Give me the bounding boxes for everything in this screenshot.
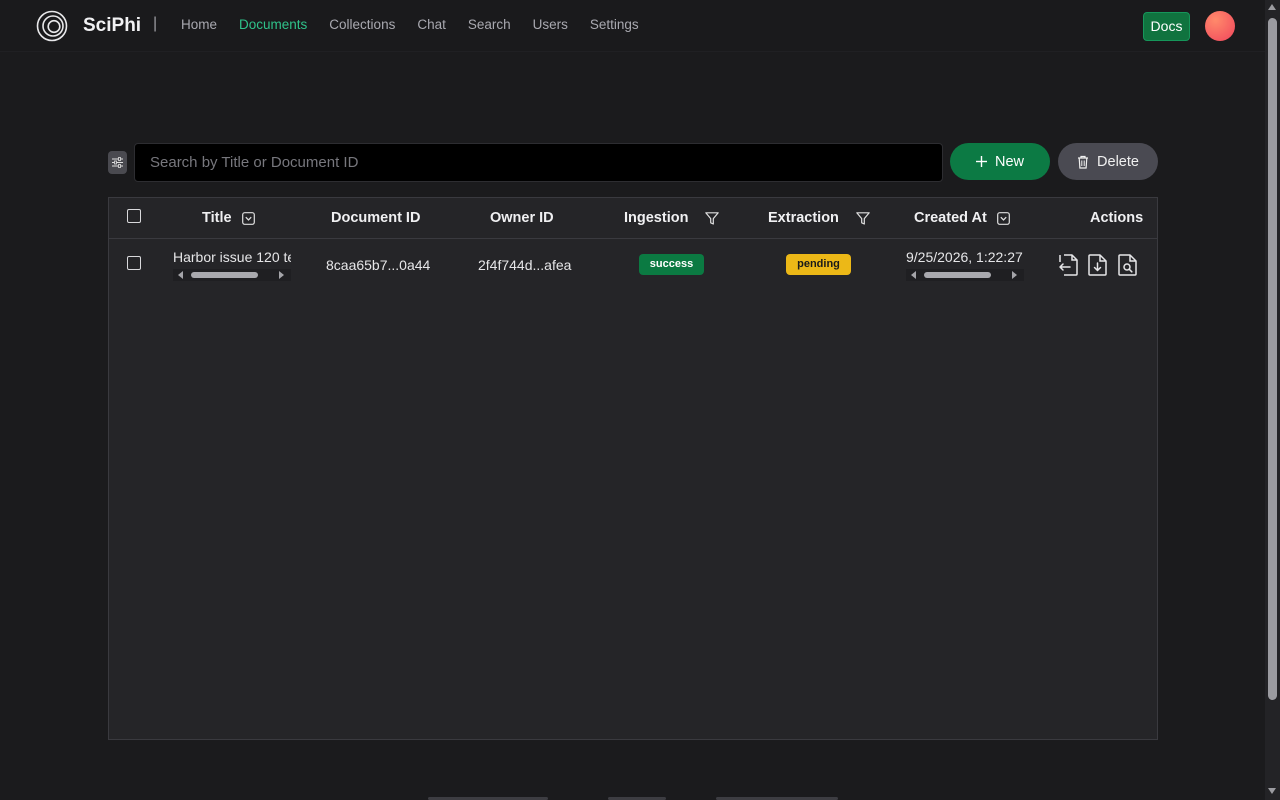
column-title: Title [202, 210, 255, 226]
scroll-up-arrow-icon[interactable] [1268, 4, 1276, 10]
owner-id: 2f4f744d...afea [478, 257, 572, 273]
delete-button-label: Delete [1097, 153, 1139, 170]
document-title[interactable]: Harbor issue 120 te [173, 249, 291, 265]
select-all-checkbox[interactable] [127, 209, 141, 223]
scroll-right-arrow-icon[interactable] [1012, 271, 1017, 279]
scroll-left-arrow-icon[interactable] [178, 271, 183, 279]
column-ingestion-label: Ingestion [624, 210, 689, 226]
column-title-label: Title [202, 210, 232, 226]
brand-name[interactable]: SciPhi [83, 15, 141, 37]
nav-users[interactable]: Users [533, 17, 568, 32]
sciphi-logo-icon[interactable] [36, 10, 68, 42]
nav-home[interactable]: Home [181, 17, 217, 32]
top-navbar: SciPhi | Home Documents Collections Chat… [0, 0, 1265, 52]
row-checkbox[interactable] [127, 256, 141, 270]
column-owner-id: Owner ID [490, 210, 554, 226]
nav-collections[interactable]: Collections [329, 17, 395, 32]
funnel-icon[interactable] [856, 211, 870, 225]
documents-table: Title Document ID Owner ID Ingestion Ext… [108, 197, 1158, 740]
new-document-button[interactable]: New [950, 143, 1050, 180]
created-at-value: 9/25/2026, 1:22:27 [906, 249, 1023, 265]
title-cell-scrollbar[interactable] [173, 269, 291, 281]
new-button-label: New [994, 153, 1024, 170]
trash-icon [1078, 155, 1089, 169]
brand-separator: | [153, 15, 158, 32]
column-created-at-label: Created At [914, 210, 987, 226]
nav-documents[interactable]: Documents [239, 17, 307, 32]
filter-settings-button[interactable] [108, 151, 127, 174]
column-extraction-label: Extraction [768, 210, 839, 226]
file-download-icon[interactable] [1088, 254, 1108, 276]
table-header: Title Document ID Owner ID Ingestion Ext… [109, 198, 1157, 239]
nav-chat[interactable]: Chat [417, 17, 446, 32]
column-ingestion: Ingestion [624, 210, 720, 226]
column-extraction: Extraction [768, 210, 870, 226]
search-input[interactable] [134, 143, 943, 182]
file-search-icon[interactable] [1118, 254, 1138, 276]
scroll-right-arrow-icon[interactable] [279, 271, 284, 279]
nav-settings[interactable]: Settings [590, 17, 639, 32]
nav-search[interactable]: Search [468, 17, 511, 32]
scroll-down-arrow-icon[interactable] [1268, 788, 1276, 794]
page-scrollbar[interactable] [1265, 0, 1280, 800]
docs-button[interactable]: Docs [1143, 12, 1190, 41]
title-scroll-thumb[interactable] [191, 272, 258, 278]
scroll-left-arrow-icon[interactable] [911, 271, 916, 279]
scrollbar-thumb[interactable] [1268, 18, 1277, 700]
sort-chevron-icon[interactable] [996, 211, 1010, 225]
column-actions: Actions [1090, 210, 1144, 226]
column-created-at: Created At [914, 210, 1010, 226]
funnel-icon[interactable] [705, 211, 720, 225]
column-document-id: Document ID [331, 210, 421, 226]
file-update-icon[interactable] [1058, 254, 1078, 276]
plus-icon [975, 156, 987, 167]
title-cell[interactable]: Harbor issue 120 te [173, 249, 291, 267]
created-at-cell-scrollbar[interactable] [906, 269, 1024, 281]
extraction-status-badge: pending [786, 254, 851, 275]
main-nav: Home Documents Collections Chat Search U… [181, 17, 661, 32]
document-id: 8caa65b7...0a44 [326, 257, 431, 273]
delete-button[interactable]: Delete [1058, 143, 1158, 180]
sort-chevron-icon[interactable] [241, 211, 255, 225]
ingestion-status-badge: success [639, 254, 704, 275]
sliders-icon [112, 157, 123, 168]
created-at-cell[interactable]: 9/25/2026, 1:22:27 [906, 249, 1024, 267]
created-at-scroll-thumb[interactable] [924, 272, 991, 278]
user-avatar[interactable] [1205, 11, 1235, 41]
